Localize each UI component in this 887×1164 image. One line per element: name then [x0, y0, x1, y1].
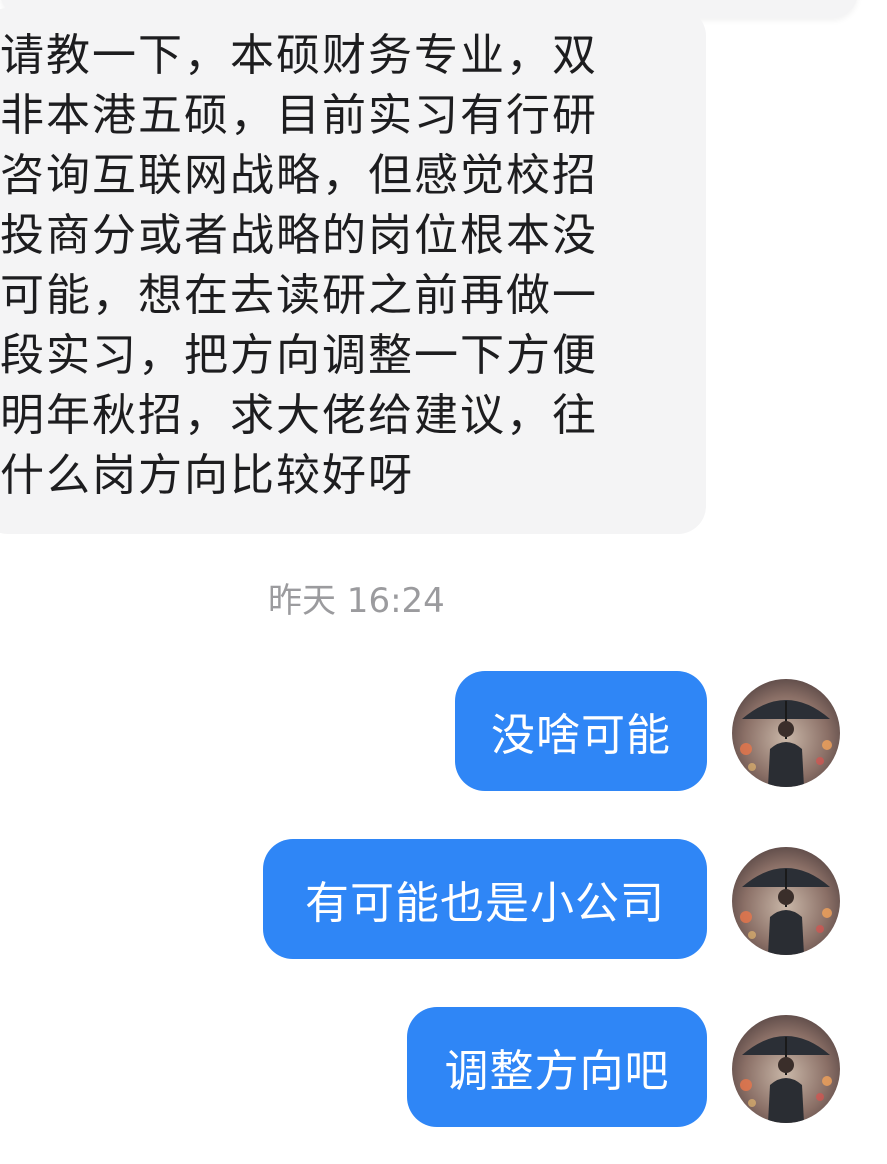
outgoing-message-text: 调整方向吧: [444, 1046, 670, 1097]
outgoing-message-bubble[interactable]: 有可能也是小公司: [263, 839, 707, 959]
outgoing-message-bubble[interactable]: 没啥可能: [455, 671, 707, 791]
outgoing-message-row: 调整方向吧: [0, 1007, 887, 1127]
chat-screen: 请教一下，本硕财务专业，双 非本港五硕，目前实习有行研 咨询互联网战略，但感觉校…: [0, 0, 887, 1164]
incoming-message-text: 请教一下，本硕财务专业，双 非本港五硕，目前实习有行研 咨询互联网战略，但感觉校…: [0, 30, 598, 501]
man-with-umbrella-icon: [732, 1015, 840, 1123]
man-with-umbrella-icon: [732, 847, 840, 955]
avatar-icon[interactable]: [732, 847, 840, 955]
outgoing-message-text: 没啥可能: [491, 710, 671, 761]
avatar-icon[interactable]: [732, 1015, 840, 1123]
incoming-message-bubble[interactable]: 请教一下，本硕财务专业，双 非本港五硕，目前实习有行研 咨询互联网战略，但感觉校…: [0, 8, 706, 534]
man-with-umbrella-icon: [732, 679, 840, 787]
outgoing-message-text: 有可能也是小公司: [305, 878, 665, 929]
message-timestamp: 昨天 16:24: [268, 581, 445, 621]
outgoing-message-row: 有可能也是小公司: [0, 839, 887, 959]
avatar-icon[interactable]: [732, 679, 840, 787]
outgoing-message-row: 没啥可能: [0, 671, 887, 791]
outgoing-message-bubble[interactable]: 调整方向吧: [407, 1007, 707, 1127]
